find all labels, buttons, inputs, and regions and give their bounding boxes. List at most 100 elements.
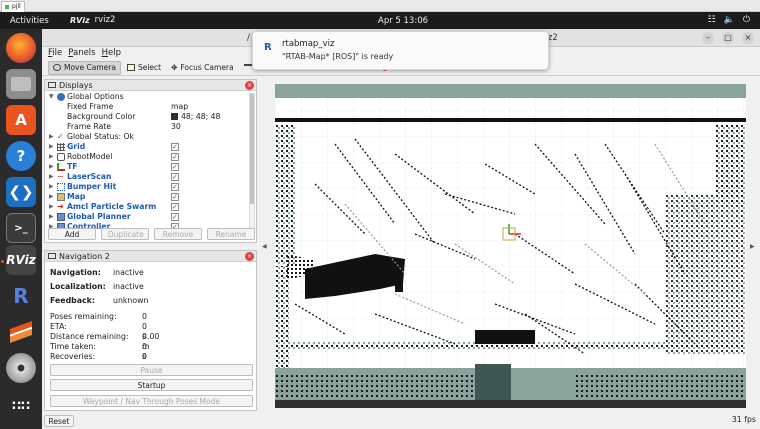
clock[interactable]: Apr 5 13:06 <box>378 16 428 26</box>
display-name-global-planner: Global Planner <box>67 212 131 221</box>
activities-button[interactable]: Activities <box>10 16 49 26</box>
tree-row-background-color[interactable]: Background Color 48; 48; 48 <box>45 112 245 122</box>
distance-remaining-label: Distance remaining: <box>50 332 129 341</box>
notification-toast[interactable]: R rtabmap_viz "RTAB-Map* [ROS]" is ready <box>252 31 549 70</box>
pose-array-icon: ➜ <box>57 202 64 211</box>
terminal-icon[interactable]: >_ <box>6 213 36 243</box>
menu-help[interactable]: Help <box>102 47 121 60</box>
global-options-label: Global Options <box>67 92 124 101</box>
firefox-icon[interactable] <box>6 33 36 63</box>
app-grid-icon[interactable]: ∷∷ <box>6 391 36 421</box>
expand-arrow-icon[interactable]: ▶ <box>49 212 54 222</box>
rename-button[interactable]: Rename <box>207 228 255 240</box>
vscode-icon[interactable]: ❮❯ <box>6 177 36 207</box>
tree-row-grid[interactable]: ▶ Grid ✓ <box>45 142 245 152</box>
expand-arrow-icon[interactable]: ▶ <box>49 142 54 152</box>
frame-rate-value[interactable]: 30 <box>171 122 181 132</box>
tab-favicon-icon <box>5 5 9 9</box>
waypoint-mode-button[interactable]: Waypoint / Nav Through Poses Mode <box>50 395 253 407</box>
rtabmap-notification-icon: R <box>264 42 272 53</box>
help-icon[interactable]: ? <box>6 141 36 171</box>
focus-camera-tool[interactable]: ✥ Focus Camera <box>167 61 238 75</box>
fps-counter: 31 fps <box>731 415 756 424</box>
display-enabled-checkbox[interactable]: ✓ <box>171 183 179 191</box>
left-splitter-handle-icon[interactable]: ◀ <box>262 243 267 250</box>
display-enabled-checkbox[interactable]: ✓ <box>171 143 179 151</box>
display-enabled-checkbox[interactable]: ✓ <box>171 173 179 181</box>
right-splitter-handle-icon[interactable]: ▶ <box>750 243 755 250</box>
tree-row-fixed-frame[interactable]: Fixed Frame map <box>45 102 245 112</box>
system-tray[interactable]: ☷ 🔈 ⏻ <box>708 15 750 25</box>
menu-file[interactable]: File <box>48 47 62 60</box>
expand-arrow-icon[interactable]: ▶ <box>49 182 54 192</box>
minimize-icon[interactable]: – <box>702 32 714 44</box>
displays-scrollbar[interactable] <box>249 93 255 233</box>
localization-label: Localization: <box>50 282 106 291</box>
tree-row-bumper-hit[interactable]: ▶ Bumper Hit ✓ <box>45 182 245 192</box>
remove-button[interactable]: Remove <box>154 228 202 240</box>
move-camera-icon <box>53 64 61 71</box>
display-enabled-checkbox[interactable]: ✓ <box>171 193 179 201</box>
rtabmap-icon[interactable]: R <box>6 281 36 311</box>
fixed-frame-value[interactable]: map <box>171 102 188 112</box>
expand-arrow-icon[interactable]: ▶ <box>49 202 54 212</box>
menu-panels[interactable]: Panels <box>68 47 95 60</box>
tree-row-amcl-particle-swarm[interactable]: ▶ ➜ Amcl Particle Swarm ✓ <box>45 202 245 212</box>
add-button[interactable]: Add <box>48 228 96 240</box>
tree-row-global-planner[interactable]: ▶ Global Planner ✓ <box>45 212 245 222</box>
expand-arrow-icon[interactable]: ▶ <box>49 192 54 202</box>
navigation-status-row: Navigation: inactive <box>50 268 144 278</box>
displays-header[interactable]: Displays × <box>45 80 256 91</box>
duplicate-button[interactable]: Duplicate <box>101 228 149 240</box>
background-color-text: 48; 48; 48 <box>181 112 221 121</box>
scrollbar-thumb[interactable] <box>250 94 254 204</box>
display-enabled-checkbox[interactable]: ✓ <box>171 213 179 221</box>
expand-arrow-icon[interactable]: ▶ <box>49 152 54 162</box>
expand-arrow-icon[interactable]: ▶ <box>49 162 54 172</box>
reset-button[interactable]: Reset <box>44 415 74 427</box>
maximize-icon[interactable]: □ <box>722 32 734 44</box>
rviz-icon[interactable]: RViz <box>6 245 36 275</box>
select-icon <box>126 64 135 71</box>
frame-rate-label: Frame Rate <box>67 122 112 131</box>
browser-tab-label: pjll <box>12 3 21 10</box>
background-color-value[interactable]: 48; 48; 48 <box>171 112 220 122</box>
display-name-robotmodel: RobotModel <box>67 152 113 161</box>
startup-button[interactable]: Startup <box>50 379 253 391</box>
running-indicator <box>1 260 4 263</box>
expand-arrow-icon[interactable]: ▼ <box>49 92 54 102</box>
tree-row-global-status[interactable]: ▶ ✓ Global Status: Ok <box>45 132 245 142</box>
tree-row-laserscan[interactable]: ▶ ∼ LaserScan ✓ <box>45 172 245 182</box>
browser-tab[interactable]: pjll <box>1 1 25 12</box>
close-panel-icon[interactable]: × <box>245 81 254 90</box>
close-panel-icon[interactable]: × <box>245 252 254 261</box>
notification-title: rtabmap_viz <box>282 39 335 49</box>
disc-icon[interactable] <box>6 353 36 383</box>
move-camera-tool[interactable]: Move Camera <box>48 60 121 75</box>
navigation2-header[interactable]: Navigation 2 × <box>45 251 256 262</box>
poses-remaining-label: Poses remaining: <box>50 312 117 321</box>
app-center-icon[interactable]: A <box>6 105 36 135</box>
files-icon[interactable] <box>6 69 36 99</box>
tree-row-robotmodel[interactable]: ▶ RobotModel ✓ <box>45 152 245 162</box>
recoveries-row: Recoveries: 0 <box>50 352 147 362</box>
tree-row-tf[interactable]: ▶ TF ✓ <box>45 162 245 172</box>
background-color-label: Background Color <box>67 112 136 121</box>
layers-icon[interactable] <box>6 317 36 347</box>
expand-arrow-icon[interactable]: ▶ <box>49 132 54 142</box>
navigation-value: inactive <box>113 268 144 277</box>
app-menu[interactable]: RViz rviz2 <box>70 15 115 25</box>
display-name-grid: Grid <box>67 142 86 151</box>
close-icon[interactable]: × <box>742 32 754 44</box>
tree-row-map[interactable]: ▶ Map ✓ <box>45 192 245 202</box>
checkmark-icon: ✓ <box>57 132 64 141</box>
display-enabled-checkbox[interactable]: ✓ <box>171 163 179 171</box>
expand-arrow-icon[interactable]: ▶ <box>49 172 54 182</box>
render-viewport[interactable] <box>275 84 746 408</box>
display-enabled-checkbox[interactable]: ✓ <box>171 203 179 211</box>
tree-row-frame-rate[interactable]: Frame Rate 30 <box>45 122 245 132</box>
pause-button[interactable]: Pause <box>50 364 253 376</box>
display-enabled-checkbox[interactable]: ✓ <box>171 153 179 161</box>
select-tool[interactable]: Select <box>123 61 165 75</box>
tree-row-global-options[interactable]: ▼ Global Options <box>45 92 245 102</box>
